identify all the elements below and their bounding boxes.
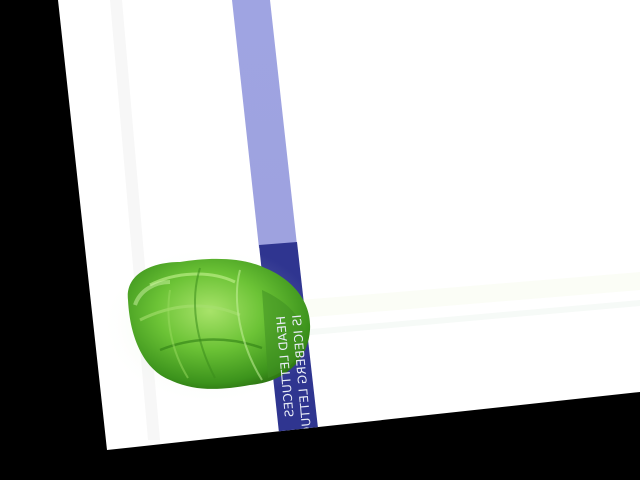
photo-scene: HEAD LETTUCES IS ICEBERG LETTUCE [0,0,640,480]
product-card: HEAD LETTUCES IS ICEBERG LETTUCE [0,0,640,480]
card-illustration: HEAD LETTUCES IS ICEBERG LETTUCE [58,0,640,450]
